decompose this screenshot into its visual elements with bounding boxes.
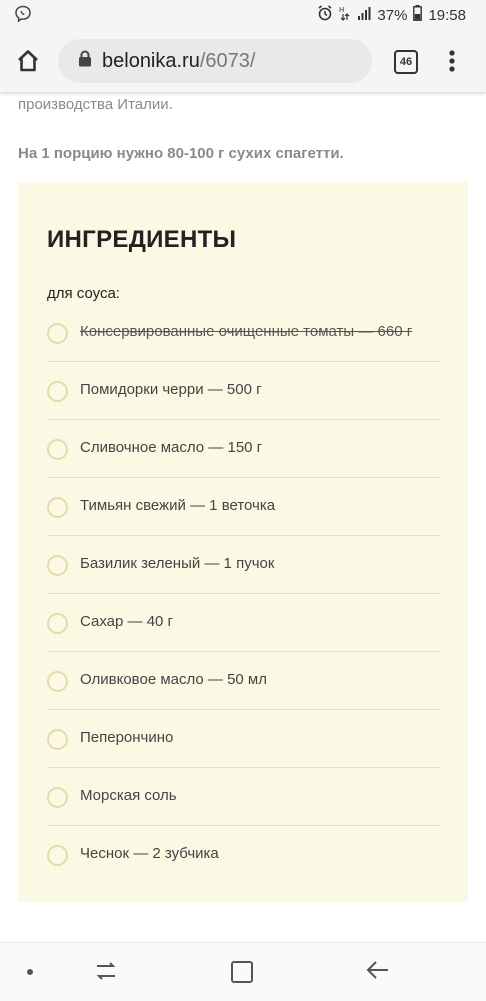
ingredient-label: Помидорки черри — 500 г bbox=[80, 381, 262, 398]
home-button-icon[interactable] bbox=[231, 961, 253, 983]
ingredient-item[interactable]: Тимьян свежий — 1 веточка bbox=[47, 478, 439, 536]
clock: 19:58 bbox=[428, 6, 466, 24]
checkbox-circle-icon[interactable] bbox=[47, 497, 68, 518]
system-nav-bar bbox=[0, 942, 486, 1001]
checkbox-circle-icon[interactable] bbox=[47, 555, 68, 576]
nav-dot-icon[interactable] bbox=[27, 969, 33, 975]
url-text: belonika.ru/6073/ bbox=[102, 50, 255, 73]
ingredient-label: Сливочное масло — 150 г bbox=[80, 439, 263, 456]
address-bar[interactable]: belonika.ru/6073/ bbox=[58, 39, 372, 83]
ingredients-subtitle: для соуса: bbox=[47, 285, 120, 302]
checkbox-circle-icon[interactable] bbox=[47, 381, 68, 402]
back-arrow-icon[interactable] bbox=[366, 959, 390, 986]
tab-switcher-button[interactable]: 46 bbox=[394, 50, 418, 74]
ingredient-label: Базилик зеленый — 1 пучок bbox=[80, 555, 275, 572]
overflow-menu-icon[interactable] bbox=[446, 46, 458, 76]
lock-icon bbox=[78, 50, 92, 72]
article-text: производства Италии. bbox=[18, 96, 173, 113]
battery-percent: 37% bbox=[377, 6, 408, 24]
browser-toolbar: belonika.ru/6073/ 46 bbox=[0, 30, 486, 92]
ingredient-label: Сахар — 40 г bbox=[80, 613, 174, 630]
url-path: /6073/ bbox=[199, 49, 256, 72]
checkbox-circle-icon[interactable] bbox=[47, 729, 68, 750]
ingredient-item[interactable]: Помидорки черри — 500 г bbox=[47, 362, 439, 420]
ingredient-item[interactable]: Пеперончино bbox=[47, 710, 439, 768]
tab-count: 46 bbox=[399, 56, 413, 68]
home-icon[interactable] bbox=[14, 47, 42, 75]
ingredient-item[interactable]: Морская соль bbox=[47, 768, 439, 826]
ingredient-label: Оливковое масло — 50 мл bbox=[80, 671, 267, 688]
checkbox-circle-icon[interactable] bbox=[47, 787, 68, 808]
ingredient-item[interactable]: Консервированные очищенные томаты — 660 … bbox=[47, 304, 439, 362]
status-bar: H 37% 19:58 bbox=[0, 0, 486, 30]
url-domain: belonika.ru bbox=[102, 49, 200, 72]
battery-icon bbox=[413, 5, 423, 25]
checkbox-circle-icon[interactable] bbox=[47, 671, 68, 692]
svg-text:H: H bbox=[339, 6, 344, 14]
viber-icon bbox=[14, 5, 32, 28]
ingredient-item[interactable]: Базилик зеленый — 1 пучок bbox=[47, 536, 439, 594]
ingredients-panel: ИНГРЕДИЕНТЫ для соуса: Консервированные … bbox=[18, 182, 468, 902]
ingredient-label: Тимьян свежий — 1 веточка bbox=[80, 497, 276, 514]
ingredient-item[interactable]: Сливочное масло — 150 г bbox=[47, 420, 439, 478]
data-transfer-icon: H bbox=[339, 5, 351, 25]
ingredient-item[interactable]: Чеснок — 2 зубчика bbox=[47, 826, 439, 883]
signal-icon bbox=[357, 6, 371, 24]
ingredients-title: ИНГРЕДИЕНТЫ bbox=[47, 226, 237, 253]
ingredients-list: Консервированные очищенные томаты — 660 … bbox=[47, 304, 439, 883]
ingredient-label: Чеснок — 2 зубчика bbox=[80, 845, 219, 862]
ingredient-label: Морская соль bbox=[80, 787, 177, 804]
checkbox-circle-icon[interactable] bbox=[47, 323, 68, 344]
ingredient-item[interactable]: Оливковое масло — 50 мл bbox=[47, 652, 439, 710]
checkbox-circle-icon[interactable] bbox=[47, 845, 68, 866]
recent-apps-icon[interactable] bbox=[95, 960, 117, 987]
portion-note: На 1 порцию нужно 80-100 г сухих спагетт… bbox=[18, 145, 344, 162]
ingredient-label: Консервированные очищенные томаты — 660 … bbox=[80, 323, 413, 340]
checkbox-circle-icon[interactable] bbox=[47, 439, 68, 460]
alarm-icon bbox=[317, 5, 333, 25]
status-icons: H 37% 19:58 bbox=[317, 0, 466, 30]
ingredient-label: Пеперончино bbox=[80, 729, 174, 746]
checkbox-circle-icon[interactable] bbox=[47, 613, 68, 634]
ingredient-item[interactable]: Сахар — 40 г bbox=[47, 594, 439, 652]
